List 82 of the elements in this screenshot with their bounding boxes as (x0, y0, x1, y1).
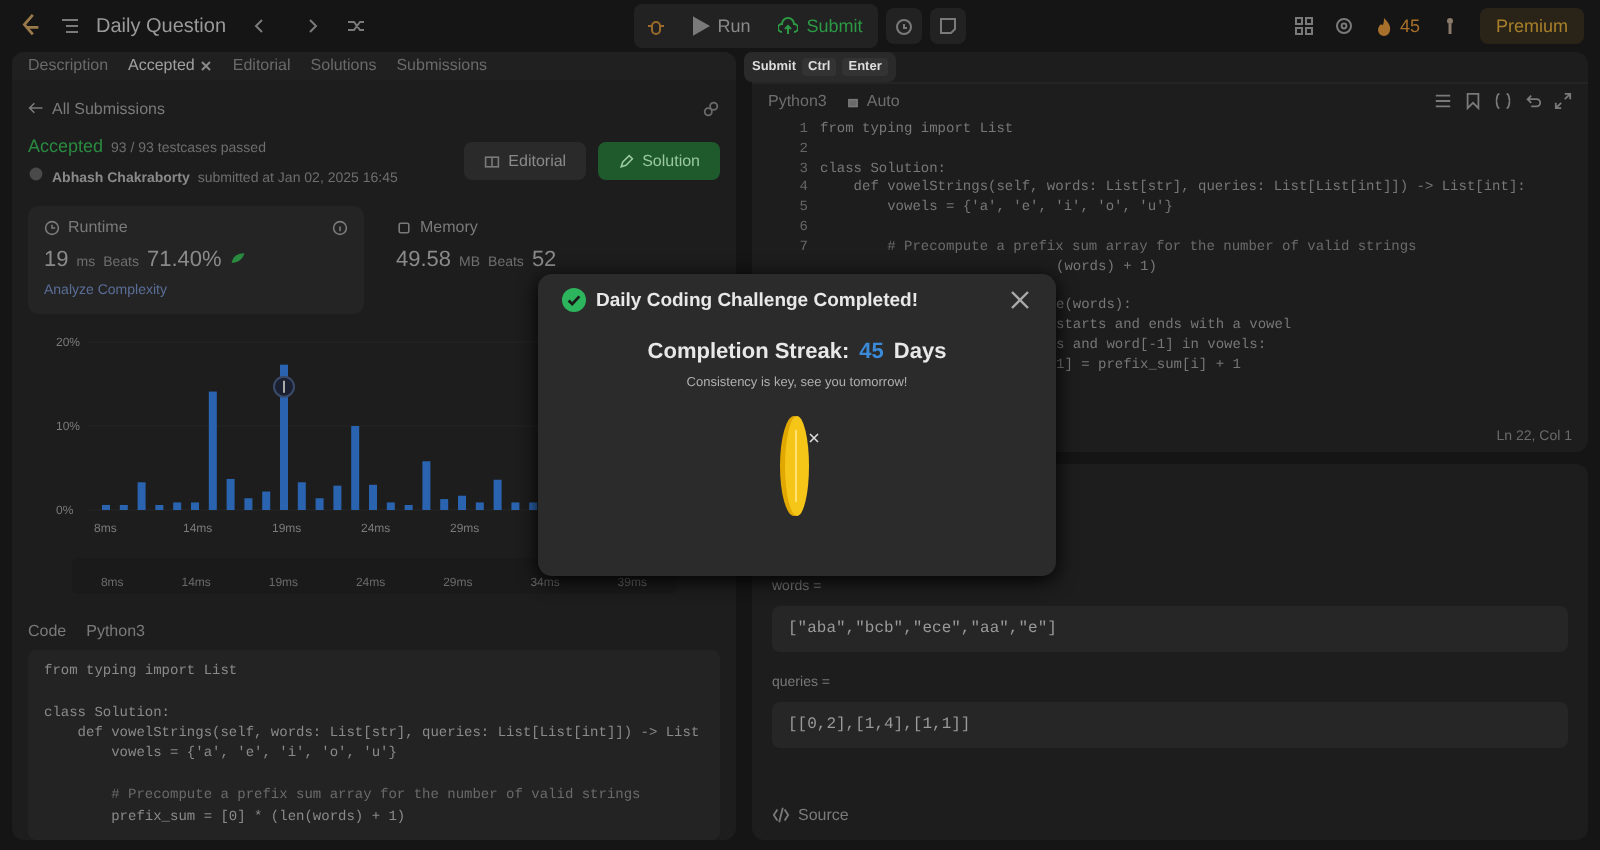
beats-value: 52 (531, 248, 557, 273)
source-button[interactable]: Source (772, 806, 849, 824)
section-title: Code (28, 621, 67, 640)
premium-button[interactable]: Premium (1479, 8, 1584, 44)
bar (208, 391, 217, 511)
editorial-button[interactable]: Editorial (464, 142, 587, 181)
bar (422, 461, 431, 511)
dialog-title: Daily Coding Challenge Completed! (596, 289, 920, 311)
code-icon (772, 806, 790, 824)
language-selector[interactable]: Python3 (768, 91, 827, 109)
tab[interactable]: Editorial (232, 56, 291, 75)
close-button[interactable] (1008, 288, 1032, 312)
streak-value: 45 (859, 340, 884, 364)
memory-value: 49.58 (396, 248, 452, 273)
braces-icon (1494, 91, 1512, 109)
check-circle-icon (562, 288, 586, 312)
card-title: Memory (420, 218, 478, 237)
bar (493, 479, 502, 511)
shuffle-icon (346, 16, 367, 36)
runtime-value: 19 (44, 248, 69, 273)
bar (191, 502, 199, 511)
close-icon[interactable] (200, 59, 213, 72)
clock-icon (44, 219, 60, 236)
edit-icon (618, 153, 635, 170)
bar (404, 505, 413, 511)
tab[interactable]: Solutions (310, 56, 377, 75)
leaf-icon (229, 250, 246, 267)
status-label: Accepted (28, 136, 104, 157)
submit-button[interactable]: Submit (766, 12, 875, 40)
bar (102, 505, 110, 511)
flame-icon (1373, 16, 1394, 36)
bar (458, 495, 466, 511)
bar (529, 502, 538, 511)
undo-icon (1524, 91, 1542, 109)
note-icon[interactable] (930, 8, 967, 44)
arrow-left-icon (28, 100, 44, 117)
bar (137, 482, 146, 511)
bar (119, 505, 128, 511)
param-value-field[interactable]: ["aba","bcb","ece","aa","e"] (772, 606, 1568, 652)
back-link[interactable]: All Submissions (28, 99, 165, 118)
bar (262, 491, 271, 511)
bookmark-icon (1464, 91, 1482, 109)
run-button[interactable]: Run (677, 12, 763, 40)
grid-icon (1293, 16, 1314, 36)
mode-label: Auto (866, 91, 900, 109)
bar (297, 482, 306, 511)
tab[interactable]: Description (28, 56, 109, 75)
alarm-icon[interactable] (886, 8, 923, 44)
format-icon (1434, 91, 1452, 109)
page-title: Daily Question (96, 15, 227, 37)
list-icon (60, 16, 80, 36)
avatar-marker-icon (273, 375, 295, 398)
bar (315, 498, 324, 511)
link-icon (702, 99, 720, 118)
beats-value: 71.40% (147, 248, 222, 273)
settings-icon (1333, 16, 1354, 36)
coin-icon (775, 414, 819, 518)
param-value-field[interactable]: [[0,2],[1,4],[1,1]] (772, 702, 1568, 748)
streak-count: 45 (1399, 16, 1420, 36)
bar (369, 484, 377, 511)
streak-unit: Days (893, 340, 947, 364)
cloud-upload-icon (778, 16, 799, 36)
bar (155, 505, 164, 511)
bar (173, 502, 182, 511)
bar (386, 502, 395, 511)
streak-label: Completion Streak: (647, 340, 850, 364)
info-icon (332, 219, 348, 236)
tab[interactable]: Accepted (128, 56, 213, 75)
bar (333, 485, 342, 511)
bar (351, 426, 360, 511)
bar (511, 502, 520, 511)
language-label: Python3 (86, 621, 145, 640)
tab[interactable]: Submissions (396, 56, 488, 75)
play-icon (689, 16, 710, 36)
card-title: Runtime (68, 218, 128, 237)
solution-button[interactable]: Solution (598, 142, 720, 181)
bar (244, 498, 253, 511)
bar (226, 479, 235, 511)
bar (440, 499, 449, 511)
book-icon (484, 153, 501, 170)
bar (475, 502, 484, 511)
expand-icon (1554, 91, 1572, 109)
